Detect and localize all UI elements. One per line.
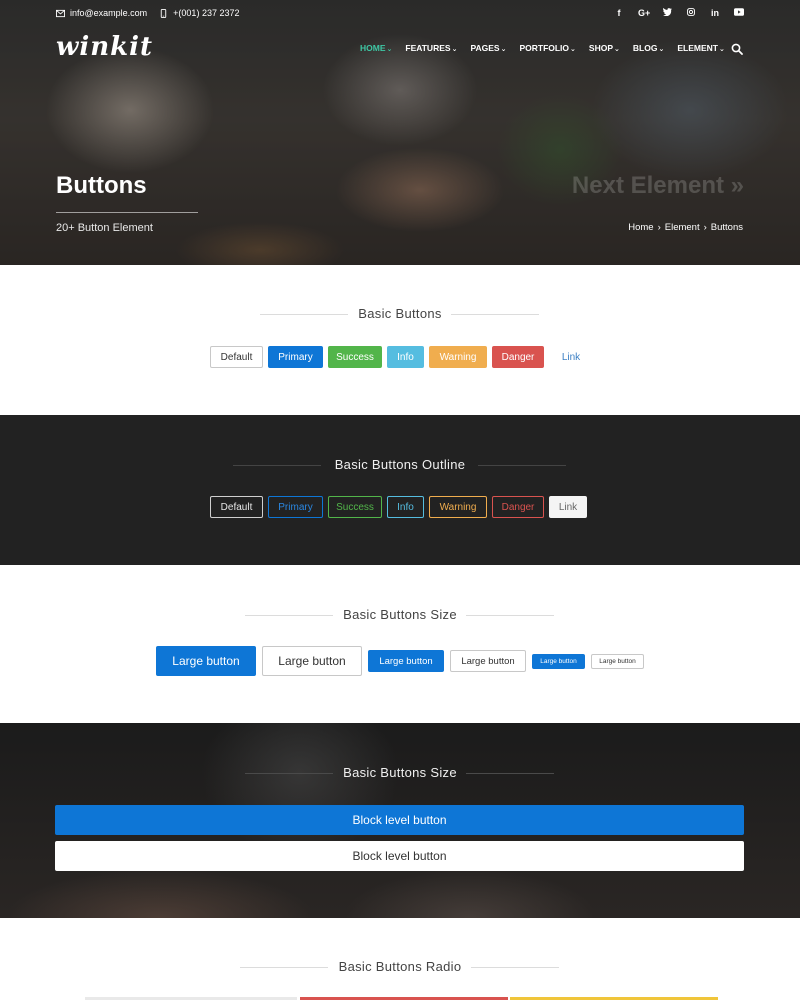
nav-item-element[interactable]: ELEMENT⌄	[677, 43, 725, 53]
nav-label: FEATURES	[405, 43, 451, 53]
nav-label: ELEMENT	[677, 43, 718, 53]
warning-outline-button[interactable]: Warning	[429, 496, 487, 518]
success-button[interactable]: Success	[328, 346, 382, 368]
danger-button[interactable]: Danger	[492, 346, 544, 368]
medium-default-button[interactable]: Large button	[450, 650, 526, 672]
breadcrumb-current: Buttons	[710, 222, 743, 233]
nav-item-blog[interactable]: BLOG⌄	[633, 43, 664, 53]
facebook-icon[interactable]: f	[614, 8, 624, 18]
chevron-down-icon: ⌄	[614, 46, 620, 53]
warning-button[interactable]: Warning	[429, 346, 487, 368]
primary-outline-button[interactable]: Primary	[268, 496, 323, 518]
contact-email[interactable]: info@example.com	[56, 8, 147, 18]
breadcrumb-home[interactable]: Home	[628, 222, 653, 233]
search-icon[interactable]	[731, 43, 743, 55]
block-buttons-section: Basic Buttons Size Block level button Bl…	[0, 723, 800, 918]
basic-button-row: Default Primary Success Info Warning Dan…	[210, 346, 593, 368]
breadcrumb-separator: ›	[703, 222, 707, 233]
chevron-down-icon: ⌄	[386, 46, 393, 53]
link-button[interactable]: Link	[549, 346, 593, 368]
page-title: Buttons	[56, 172, 147, 199]
top-bar: info@example.com +(001) 237 2372 f G+ in	[56, 6, 744, 20]
large-default-button[interactable]: Large button	[262, 646, 362, 676]
small-primary-button[interactable]: Large button	[532, 653, 585, 669]
nav-label: SHOP	[588, 43, 614, 53]
google-plus-icon[interactable]: G+	[638, 8, 650, 18]
page-subtitle: 20+ Button Element	[56, 222, 153, 234]
chevron-down-icon: ⌄	[658, 46, 665, 53]
outline-button-row: Default Primary Success Info Warning Dan…	[210, 496, 587, 518]
social-links: f G+ in	[614, 7, 744, 18]
page-header-hero: info@example.com +(001) 237 2372 f G+ in…	[0, 0, 800, 265]
section-title: Basic Buttons Size	[343, 607, 457, 622]
button-size-section: Basic Buttons Size Large button Large bu…	[0, 565, 800, 723]
section-title: Basic Buttons Outline	[334, 457, 466, 472]
email-text: info@example.com	[70, 8, 148, 18]
large-primary-button[interactable]: Large button	[156, 646, 256, 676]
linkedin-icon[interactable]: in	[710, 8, 720, 18]
chevron-down-icon: ⌄	[570, 46, 576, 53]
block-primary-button[interactable]: Block level button	[55, 805, 744, 835]
youtube-icon[interactable]	[734, 8, 744, 18]
nav-label: PAGES	[470, 43, 500, 53]
twitter-icon[interactable]	[662, 7, 672, 18]
chevron-down-icon: ⌄	[718, 46, 725, 53]
info-button[interactable]: Info	[387, 346, 424, 368]
medium-primary-button[interactable]: Large button	[368, 650, 444, 672]
section-title: Basic Buttons	[358, 306, 442, 321]
phone-icon	[160, 8, 167, 18]
nav-item-features[interactable]: FEATURES⌄	[405, 43, 457, 53]
nav-item-shop[interactable]: SHOP⌄	[589, 43, 620, 53]
default-outline-button[interactable]: Default	[210, 496, 263, 518]
breadcrumb: Home › Element › Buttons	[628, 222, 743, 233]
site-logo[interactable]: winkit	[56, 32, 153, 62]
section-title: Basic Buttons Size	[343, 765, 457, 780]
success-outline-button[interactable]: Success	[328, 496, 382, 518]
next-element-link[interactable]: Next Element »	[572, 172, 744, 200]
section-title: Basic Buttons Radio	[338, 959, 462, 974]
instagram-icon[interactable]	[686, 8, 696, 18]
phone-text: +(001) 237 2372	[173, 8, 240, 18]
main-nav: HOME⌄ FEATURES⌄ PAGES⌄ PORTFOLIO⌄ SHOP⌄ …	[360, 43, 725, 53]
default-button[interactable]: Default	[210, 346, 263, 368]
nav-item-pages[interactable]: PAGES⌄	[470, 43, 506, 53]
outline-buttons-section: Basic Buttons Outline Default Primary Su…	[0, 415, 800, 565]
block-default-button[interactable]: Block level button	[55, 841, 744, 871]
chevron-down-icon: ⌄	[500, 46, 507, 53]
title-divider	[56, 212, 198, 213]
chevron-down-icon: ⌄	[451, 46, 458, 53]
nav-item-home[interactable]: HOME⌄	[360, 43, 392, 53]
contact-phone[interactable]: +(001) 237 2372	[159, 8, 239, 18]
danger-outline-button[interactable]: Danger	[492, 496, 544, 518]
breadcrumb-separator: ›	[657, 222, 661, 233]
basic-buttons-section: Basic Buttons Default Primary Success In…	[0, 265, 800, 415]
envelope-icon	[56, 9, 65, 17]
nav-label: HOME	[360, 43, 386, 53]
small-default-button[interactable]: Large button	[591, 653, 644, 669]
nav-item-portfolio[interactable]: PORTFOLIO⌄	[519, 43, 575, 53]
size-button-row: Large button Large button Large button L…	[156, 646, 644, 676]
breadcrumb-element[interactable]: Element	[665, 222, 700, 233]
info-outline-button[interactable]: Info	[387, 496, 424, 518]
primary-button[interactable]: Primary	[268, 346, 323, 368]
radio-buttons-section: Basic Buttons Radio	[0, 918, 800, 1000]
link-outline-button[interactable]: Link	[549, 496, 587, 518]
nav-label: BLOG	[632, 43, 658, 53]
nav-label: PORTFOLIO	[519, 43, 570, 53]
